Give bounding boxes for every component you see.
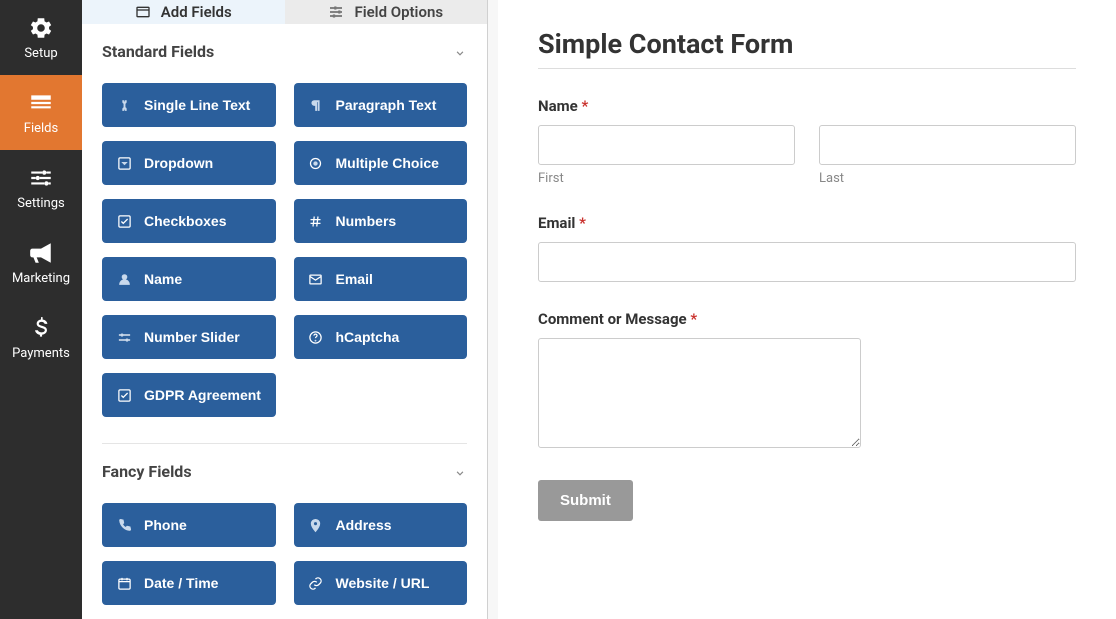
label-name: Name * — [538, 97, 1076, 115]
radio-icon — [308, 155, 324, 171]
sliders-h-icon — [116, 329, 132, 345]
sublabel-first: First — [538, 171, 795, 186]
label-comment: Comment or Message * — [538, 310, 1076, 328]
link-icon — [308, 575, 324, 591]
field-btn-numbers[interactable]: Numbers — [294, 199, 468, 243]
field-btn-phone[interactable]: Phone — [102, 503, 276, 547]
field-btn-address[interactable]: Address — [294, 503, 468, 547]
paragraph-icon — [308, 97, 324, 113]
field-btn-gdpr-agreement[interactable]: GDPR Agreement — [102, 373, 276, 417]
field-button-label: GDPR Agreement — [144, 387, 261, 403]
phone-icon — [116, 517, 132, 533]
text-cursor-icon — [116, 97, 132, 113]
field-btn-website-url[interactable]: Website / URL — [294, 561, 468, 605]
window-icon — [135, 4, 151, 20]
check-square-icon — [116, 213, 132, 229]
field-button-label: Numbers — [336, 213, 397, 229]
check-square-icon — [116, 387, 132, 403]
field-button-label: Dropdown — [144, 155, 213, 171]
left-nav: Setup Fields Settings Marketing Payments — [0, 0, 82, 619]
tab-add-fields[interactable]: Add Fields — [82, 0, 285, 24]
required-mark: * — [581, 97, 588, 115]
field-button-label: Website / URL — [336, 575, 430, 591]
field-button-label: Single Line Text — [144, 97, 250, 113]
field-button-label: Name — [144, 271, 182, 287]
first-name-input[interactable] — [538, 125, 795, 165]
section-title: Standard Fields — [102, 42, 214, 61]
nav-label: Marketing — [12, 271, 70, 286]
dollar-icon — [27, 314, 55, 342]
form-preview: Simple Contact Form Name * First Last Em… — [488, 0, 1116, 619]
field-email: Email * — [538, 214, 1076, 282]
fancy-fields-grid: Phone Address Date / Time Website / URL — [82, 491, 487, 619]
map-marker-icon — [308, 517, 324, 533]
nav-label: Setup — [24, 46, 57, 61]
form-canvas: Simple Contact Form Name * First Last Em… — [498, 0, 1116, 619]
nav-payments[interactable]: Payments — [0, 300, 82, 375]
envelope-icon — [308, 271, 324, 287]
email-input[interactable] — [538, 242, 1076, 282]
submit-button[interactable]: Submit — [538, 480, 633, 521]
nav-setup[interactable]: Setup — [0, 0, 82, 75]
field-btn-name[interactable]: Name — [102, 257, 276, 301]
field-btn-number-slider[interactable]: Number Slider — [102, 315, 276, 359]
hash-icon — [308, 213, 324, 229]
field-comment: Comment or Message * — [538, 310, 1076, 452]
field-button-label: Address — [336, 517, 392, 533]
comment-textarea[interactable] — [538, 338, 861, 448]
calendar-icon — [116, 575, 132, 591]
label-email: Email * — [538, 214, 1076, 232]
sublabel-last: Last — [819, 171, 1076, 186]
nav-settings[interactable]: Settings — [0, 150, 82, 225]
standard-fields-grid: Single Line Text Paragraph Text Dropdown Mu… — [82, 71, 487, 431]
field-btn-paragraph-text[interactable]: Paragraph Text — [294, 83, 468, 127]
tab-field-options[interactable]: Field Options — [285, 0, 488, 24]
field-btn-multiple-choice[interactable]: Multiple Choice — [294, 141, 468, 185]
form-title: Simple Contact Form — [538, 28, 1076, 60]
chevron-down-icon — [453, 465, 467, 479]
last-name-input[interactable] — [819, 125, 1076, 165]
user-icon — [116, 271, 132, 287]
panel-tabs: Add Fields Field Options — [82, 0, 487, 24]
field-button-label: Date / Time — [144, 575, 218, 591]
bullhorn-icon — [27, 239, 55, 267]
nav-marketing[interactable]: Marketing — [0, 225, 82, 300]
gear-icon — [27, 14, 55, 42]
tab-label: Add Fields — [161, 3, 232, 21]
name-row: First Last — [538, 125, 1076, 186]
sliders-icon — [27, 164, 55, 192]
nav-fields[interactable]: Fields — [0, 75, 82, 150]
question-circle-icon — [308, 329, 324, 345]
section-fancy-fields[interactable]: Fancy Fields — [82, 444, 487, 491]
field-btn-dropdown[interactable]: Dropdown — [102, 141, 276, 185]
field-button-label: Multiple Choice — [336, 155, 439, 171]
nav-label: Fields — [24, 121, 58, 136]
divider — [538, 68, 1076, 69]
section-title: Fancy Fields — [102, 462, 192, 481]
required-mark: * — [579, 214, 586, 232]
required-mark: * — [690, 310, 697, 328]
nav-label: Settings — [17, 196, 64, 211]
field-button-label: Phone — [144, 517, 187, 533]
form-icon — [27, 89, 55, 117]
caret-square-icon — [116, 155, 132, 171]
chevron-down-icon — [453, 45, 467, 59]
field-btn-date-time[interactable]: Date / Time — [102, 561, 276, 605]
sliders-icon — [328, 4, 344, 20]
field-btn-hcaptcha[interactable]: hCaptcha — [294, 315, 468, 359]
field-name: Name * First Last — [538, 97, 1076, 186]
nav-label: Payments — [12, 346, 70, 361]
section-standard-fields[interactable]: Standard Fields — [82, 24, 487, 71]
field-button-label: Paragraph Text — [336, 97, 437, 113]
field-button-label: hCaptcha — [336, 329, 400, 345]
field-btn-email[interactable]: Email — [294, 257, 468, 301]
fields-panel: Add Fields Field Options Standard Fields… — [82, 0, 488, 619]
tab-label: Field Options — [354, 3, 443, 21]
field-btn-checkboxes[interactable]: Checkboxes — [102, 199, 276, 243]
field-btn-single-line-text[interactable]: Single Line Text — [102, 83, 276, 127]
field-button-label: Email — [336, 271, 373, 287]
field-button-label: Checkboxes — [144, 213, 226, 229]
field-button-label: Number Slider — [144, 329, 240, 345]
